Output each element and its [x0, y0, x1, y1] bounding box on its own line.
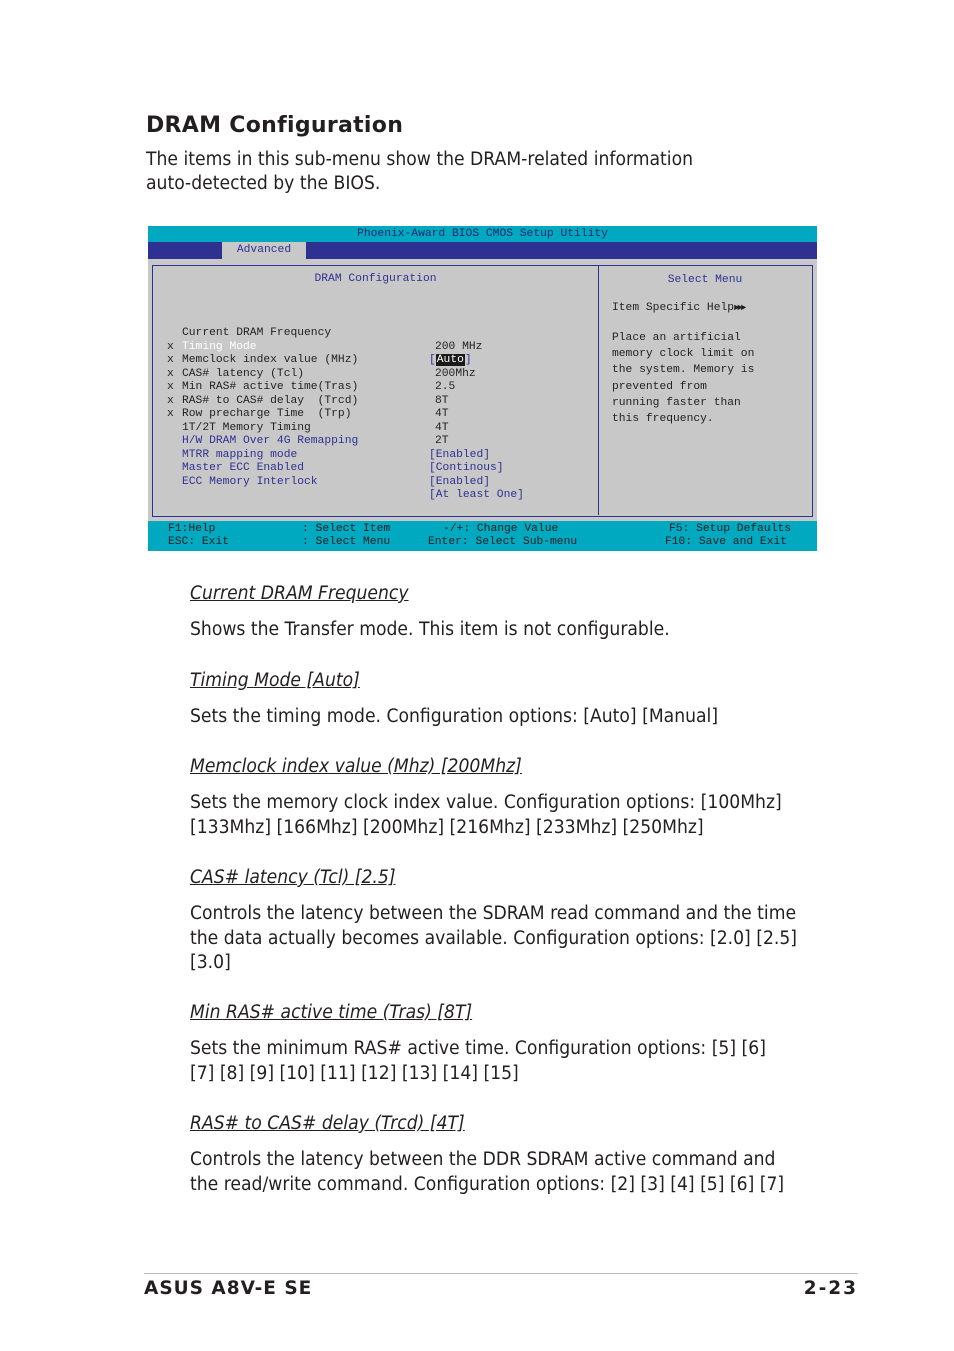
desc-current-dram-frequency: Current DRAM Frequency Shows the Transfe…: [190, 582, 830, 643]
desc-text: Sets the minimum RAS# active time. Confi…: [190, 1038, 766, 1084]
desc-min-ras-active: Min RAS# active time (Tras) [8T] Sets th…: [190, 1001, 830, 1086]
key-f10-save-exit: F10: Save and Exit: [665, 536, 788, 548]
key-select-menu: : Select Menu: [302, 536, 391, 548]
desc-text: Sets the timing mode. Configuration opti…: [190, 706, 719, 727]
footer-divider: [144, 1273, 858, 1274]
desc-title: Current DRAM Frequency: [190, 583, 409, 604]
setting-row-min-ras-active: x Min RAS# active time(Tras) 8T: [167, 354, 449, 407]
desc-text: Controls the latency between the SDRAM r…: [190, 903, 798, 973]
tab-advanced[interactable]: Advanced: [222, 242, 306, 259]
setting-value: 8T: [435, 394, 449, 407]
setting-row-current-dram-frequency: Current DRAM Frequency 200 MHz: [167, 300, 482, 353]
desc-cas-latency: CAS# latency (Tcl) [2.5] Controls the la…: [190, 866, 830, 976]
setting-value: 4T: [435, 421, 449, 434]
bios-main-panel: DRAM Configuration Select Menu Current D…: [152, 265, 813, 517]
key-esc-exit: ESC: Exit: [168, 536, 230, 548]
desc-text: Controls the latency between the DDR SDR…: [190, 1149, 785, 1195]
bios-menu-bar: Advanced: [148, 242, 817, 259]
section-title: DRAM Configuration: [146, 113, 404, 138]
item-help-panel: Item Specific Help►►► Place an artificia…: [612, 301, 812, 427]
page-number: 2-23: [803, 1278, 858, 1299]
section-intro: The items in this sub-menu show the DRAM…: [146, 149, 693, 194]
bios-title-bar: Phoenix-Award BIOS CMOS Setup Utility: [148, 226, 817, 242]
desc-memclock-index: Memclock index value (Mhz) [200Mhz] Sets…: [190, 755, 830, 840]
panel-title: DRAM Configuration: [314, 273, 437, 285]
selected-value[interactable]: Auto: [435, 354, 465, 366]
desc-title: CAS# latency (Tcl) [2.5]: [190, 867, 396, 888]
key-f5-defaults: F5: Setup Defaults: [669, 523, 792, 535]
setting-row-master-ecc[interactable]: Master ECC Enabled [Enabled]: [167, 435, 490, 488]
bios-key-legend: F1:Help ESC: Exit : Select Item : Select…: [148, 521, 817, 551]
bios-screenshot: Phoenix-Award BIOS CMOS Setup Utility Ad…: [148, 226, 817, 551]
setting-row-ecc-interlock[interactable]: ECC Memory Interlock [At least One]: [167, 449, 524, 502]
desc-text: Shows the Transfer mode. This item is no…: [190, 619, 670, 640]
setting-row-memclock-index: x Memclock index value (MHz) 200Mhz: [167, 327, 476, 380]
setting-value[interactable]: [At least One]: [429, 489, 524, 503]
setting-value: 2T: [435, 435, 449, 447]
key-change-value: -/+: Change Value: [443, 523, 559, 535]
setting-row-timing-mode[interactable]: Timing Mode [Auto]: [167, 314, 472, 366]
setting-row-dram-over-4g[interactable]: H/W DRAM Over 4G Remapping [Enabled]: [167, 408, 490, 461]
key-f1-help: F1:Help: [168, 523, 216, 535]
desc-timing-mode: Timing Mode [Auto] Sets the timing mode.…: [190, 669, 830, 730]
setting-row-cas-latency: x CAS# latency (Tcl) 2.5: [167, 341, 455, 393]
setting-row-row-precharge: x Row precharge Time (Trp) 4T: [167, 381, 449, 434]
setting-row-mtrr-mapping[interactable]: MTRR mapping mode [Continous]: [167, 422, 504, 475]
setting-value: 2.5: [435, 381, 456, 393]
panel-divider: [598, 266, 599, 515]
setting-row-1t2t-timing: x 1T/2T Memory Timing 2T: [167, 395, 449, 447]
help-title: Item Specific Help►►►: [612, 301, 812, 315]
setting-value: 4T: [435, 408, 449, 420]
desc-title: Memclock index value (Mhz) [200Mhz]: [190, 756, 522, 777]
key-select-item: : Select Item: [302, 523, 391, 535]
help-title-text: Item Specific Help: [612, 302, 735, 314]
desc-title: RAS# to CAS# delay (Trcd) [4T]: [190, 1113, 465, 1134]
setting-value: 200Mhz: [435, 367, 476, 380]
desc-title: Min RAS# active time (Tras) [8T]: [190, 1002, 473, 1023]
desc-ras-to-cas: RAS# to CAS# delay (Trcd) [4T] Controls …: [190, 1112, 830, 1197]
desc-text: Sets the memory clock index value. Confi…: [190, 792, 782, 838]
setting-row-ras-to-cas: x RAS# to CAS# delay (Trcd) 4T: [167, 368, 449, 420]
desc-title: Timing Mode [Auto]: [190, 670, 360, 691]
key-select-submenu: Enter: Select Sub-menu: [428, 536, 578, 548]
setting-value[interactable]: [Continous]: [429, 462, 504, 476]
setting-value[interactable]: [Enabled]: [429, 449, 490, 463]
setting-value[interactable]: [Enabled]: [429, 476, 490, 490]
triple-arrow-icon: ►►►: [734, 303, 746, 313]
settings-list: Current DRAM Frequency 200 MHz Timing Mo…: [167, 300, 524, 502]
help-text: Place an artificial memory clock limit o…: [612, 332, 755, 426]
setting-value: 200 MHz: [435, 340, 483, 353]
setting-value[interactable]: [Auto]: [429, 354, 472, 368]
setting-label: ECC Memory Interlock: [182, 475, 318, 488]
product-name: ASUS A8V-E SE: [144, 1278, 313, 1299]
help-panel-title: Select Menu: [667, 274, 743, 286]
